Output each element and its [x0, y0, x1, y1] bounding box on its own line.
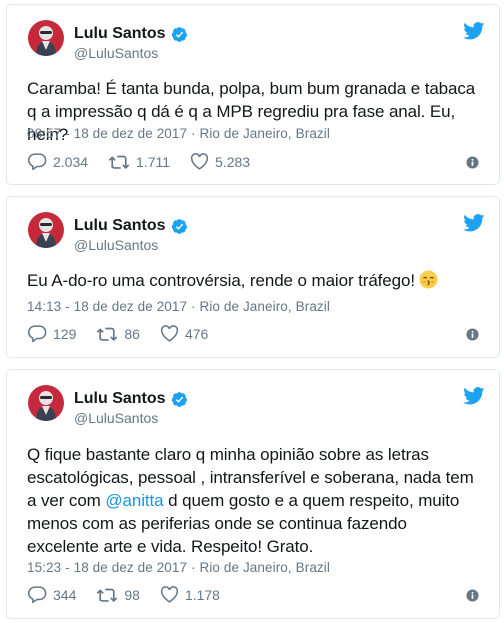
like-button[interactable]: 5.283	[190, 153, 250, 170]
tweet-card: Lulu Santos @LuluSantos Eu A-do-ro uma c…	[6, 196, 500, 358]
twitter-bird-icon[interactable]	[463, 387, 485, 405]
heart-icon	[160, 586, 179, 603]
meta-separator: ·	[191, 299, 196, 314]
tweet-card: Lulu Santos @LuluSantos Q fique bastante…	[6, 369, 500, 619]
retweet-button[interactable]: 98	[96, 587, 140, 603]
info-icon[interactable]	[466, 156, 479, 169]
retweet-count: 86	[124, 325, 140, 342]
retweet-count: 1.711	[136, 153, 171, 170]
tweet-actions: 2.034 1.711 5.283	[28, 153, 479, 170]
reply-icon	[28, 586, 47, 603]
tweet-location[interactable]: Rio de Janeiro, Brazil	[199, 299, 330, 314]
author-name-text: Lulu Santos	[74, 25, 166, 42]
tweet-location[interactable]: Rio de Janeiro, Brazil	[199, 560, 330, 575]
tweet-meta: 14:13 - 18 de dez de 2017 · Rio de Janei…	[27, 299, 330, 314]
reply-button[interactable]: 129	[28, 325, 76, 342]
tweet-card: Lulu Santos @LuluSantos Caramba! É tanta…	[6, 4, 500, 185]
retweet-button[interactable]: 86	[96, 326, 140, 342]
heart-icon	[160, 325, 179, 342]
avatar[interactable]	[28, 385, 64, 421]
verified-icon	[171, 26, 187, 42]
reply-count: 2.034	[53, 153, 89, 170]
verified-icon	[171, 391, 187, 407]
meta-separator: ·	[191, 560, 196, 575]
like-count: 476	[184, 325, 209, 342]
twitter-bird-icon[interactable]	[463, 22, 485, 40]
author-name-text: Lulu Santos	[74, 390, 166, 407]
tweet-meta: 15:23 - 18 de dez de 2017 · Rio de Janei…	[27, 560, 330, 575]
tweet-location[interactable]: Rio de Janeiro, Brazil	[199, 126, 330, 141]
tweet-timestamp[interactable]: 08:57 - 18 de dez de 2017	[27, 126, 187, 141]
reply-count: 129	[53, 325, 77, 342]
author-handle[interactable]: @LuluSantos	[74, 237, 158, 253]
like-button[interactable]: 476	[160, 325, 208, 342]
mention-link[interactable]: @anitta	[105, 491, 163, 510]
kissing-face-emoji-icon	[419, 270, 438, 289]
author-handle[interactable]: @LuluSantos	[74, 410, 158, 426]
avatar[interactable]	[28, 20, 64, 56]
tweet-timestamp[interactable]: 15:23 - 18 de dez de 2017	[27, 560, 187, 575]
avatar[interactable]	[28, 212, 64, 248]
meta-separator: ·	[191, 126, 196, 141]
info-icon[interactable]	[466, 589, 479, 602]
like-count: 1.178	[184, 586, 220, 603]
like-count: 5.283	[215, 153, 251, 170]
tweet-text: Eu A-do-ro uma controvérsia, rende o mai…	[27, 269, 479, 292]
tweet-feed: Lulu Santos @LuluSantos Caramba! É tanta…	[0, 0, 504, 623]
reply-button[interactable]: 344	[28, 586, 76, 603]
retweet-icon	[108, 155, 130, 169]
retweet-button[interactable]: 1.711	[108, 154, 170, 170]
tweet-text: Q fique bastante claro q minha opinião s…	[27, 443, 479, 558]
tweet-actions: 129 86 476	[28, 325, 479, 342]
reply-count: 344	[53, 586, 77, 603]
tweet-text-body: Eu A-do-ro uma controvérsia, rende o mai…	[27, 271, 415, 290]
tweet-meta: 08:57 - 18 de dez de 2017 · Rio de Janei…	[27, 126, 330, 141]
reply-button[interactable]: 2.034	[28, 153, 88, 170]
reply-icon	[28, 153, 47, 170]
author-name[interactable]: Lulu Santos	[74, 390, 188, 408]
retweet-count: 98	[124, 586, 140, 603]
retweet-icon	[97, 327, 118, 341]
info-icon[interactable]	[466, 328, 479, 341]
retweet-icon	[97, 588, 118, 602]
tweet-timestamp[interactable]: 14:13 - 18 de dez de 2017	[27, 299, 187, 314]
tweet-actions: 344 98 1.178	[28, 586, 479, 603]
author-handle[interactable]: @LuluSantos	[74, 45, 158, 61]
reply-icon	[28, 325, 47, 342]
heart-icon	[190, 153, 209, 170]
verified-icon	[171, 218, 187, 234]
author-name[interactable]: Lulu Santos	[74, 25, 188, 43]
like-button[interactable]: 1.178	[160, 586, 220, 603]
author-name[interactable]: Lulu Santos	[74, 217, 188, 235]
author-name-text: Lulu Santos	[74, 217, 166, 234]
twitter-bird-icon[interactable]	[463, 214, 485, 232]
